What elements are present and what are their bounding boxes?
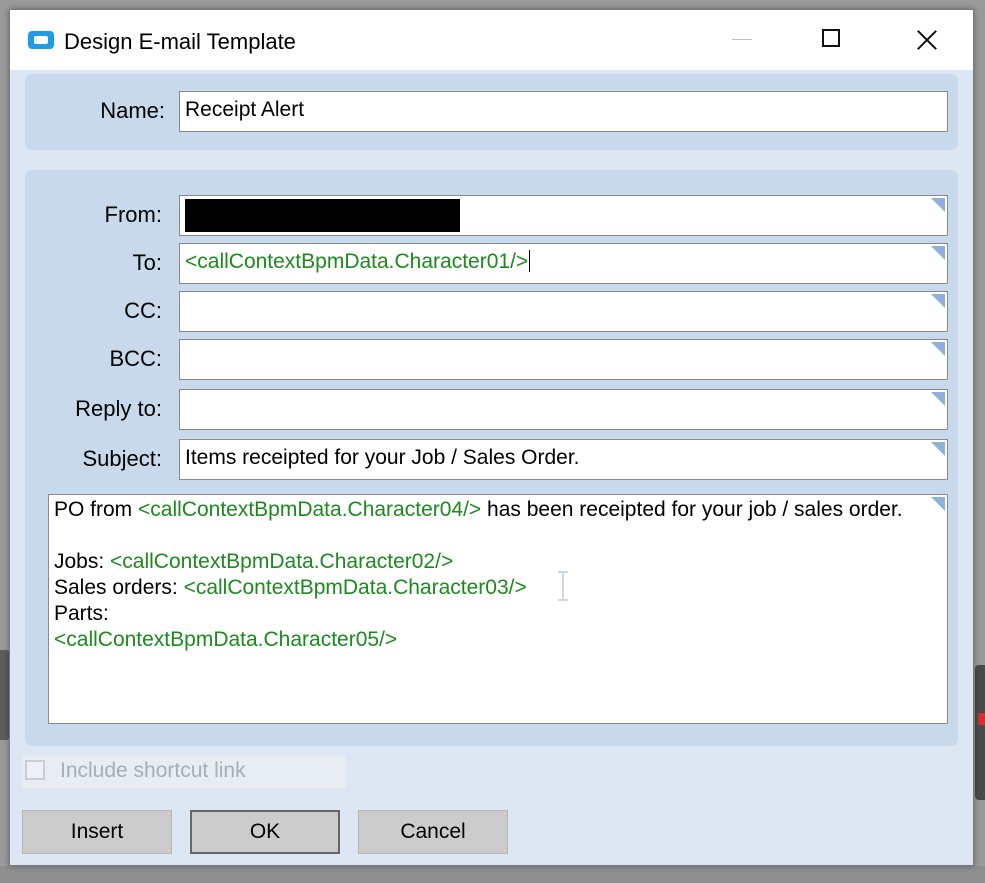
ok-button-label: OK xyxy=(249,820,281,843)
body-line-parts: Parts: xyxy=(54,601,947,627)
redaction-bar xyxy=(185,199,460,232)
field-menu-corner[interactable] xyxy=(931,442,945,456)
insert-button-label: Insert xyxy=(70,820,124,843)
title-bar[interactable]: Design E-mail Template xyxy=(10,10,973,70)
app-icon xyxy=(28,31,54,49)
cc-label: CC: xyxy=(124,298,162,323)
field-menu-corner[interactable] xyxy=(931,497,945,511)
to-field[interactable]: <callContextBpmData.Character01/> xyxy=(179,243,948,284)
body-text: Jobs: xyxy=(54,550,111,573)
body-line-jobs: Jobs: <callContextBpmData.Character02/> xyxy=(54,549,947,575)
body-text: Sales orders: xyxy=(54,576,184,599)
insert-button[interactable]: Insert xyxy=(22,810,172,854)
text-caret xyxy=(529,250,531,272)
include-shortcut-option: Include shortcut link xyxy=(22,755,346,788)
to-label: To: xyxy=(132,250,162,275)
email-body-editor[interactable]: PO from <callContextBpmData.Character04/… xyxy=(48,494,948,724)
body-token: <callContextBpmData.Character02/> xyxy=(110,550,454,573)
body-line-parts-token: <callContextBpmData.Character05/> xyxy=(54,627,947,653)
field-menu-corner[interactable] xyxy=(931,294,945,308)
field-menu-corner[interactable] xyxy=(931,246,945,260)
from-field[interactable] xyxy=(179,195,948,236)
ok-button[interactable]: OK xyxy=(190,810,340,854)
maximize-button[interactable] xyxy=(785,10,875,70)
include-shortcut-label: Include shortcut link xyxy=(60,759,246,782)
minimize-button[interactable] xyxy=(695,10,785,70)
body-text: Parts: xyxy=(54,602,109,625)
cancel-button[interactable]: Cancel xyxy=(358,810,508,854)
body-line-sales: Sales orders: <callContextBpmData.Charac… xyxy=(54,575,947,601)
field-menu-corner[interactable] xyxy=(931,392,945,406)
subject-label: Subject: xyxy=(82,446,163,471)
background-app-edge-right xyxy=(975,665,985,800)
body-token: <callContextBpmData.Character03/> xyxy=(183,576,527,599)
background-taskbar-edge xyxy=(0,866,985,883)
field-menu-corner[interactable] xyxy=(931,342,945,356)
bcc-field[interactable] xyxy=(179,339,948,380)
ibeam-cursor-icon xyxy=(558,571,568,601)
close-button[interactable] xyxy=(880,10,970,70)
body-token: <callContextBpmData.Character04/> xyxy=(138,498,482,521)
to-value: <callContextBpmData.Character01/> xyxy=(185,250,529,273)
window-title: Design E-mail Template xyxy=(64,29,296,54)
reply-to-field[interactable] xyxy=(179,389,948,430)
body-blank-line xyxy=(54,523,947,549)
cancel-button-label: Cancel xyxy=(400,820,466,843)
reply-to-label: Reply to: xyxy=(75,396,162,421)
include-shortcut-checkbox[interactable] xyxy=(25,760,45,780)
from-label: From: xyxy=(104,202,162,227)
body-token: <callContextBpmData.Character05/> xyxy=(54,628,398,651)
subject-value: Items receipted for your Job / Sales Ord… xyxy=(185,446,580,469)
name-label: Name: xyxy=(100,98,165,123)
name-field[interactable]: Receipt Alert xyxy=(179,91,948,132)
name-value: Receipt Alert xyxy=(185,98,305,121)
field-menu-corner[interactable] xyxy=(931,198,945,212)
cc-field[interactable] xyxy=(179,291,948,332)
design-email-template-dialog: Design E-mail Template Name: Receipt Ale… xyxy=(9,9,974,866)
body-text: has been receipted for your job / sales … xyxy=(481,498,903,521)
bcc-label: BCC: xyxy=(109,346,162,371)
body-line-po: PO from <callContextBpmData.Character04/… xyxy=(54,497,947,523)
body-text: PO from xyxy=(54,498,139,521)
subject-field[interactable]: Items receipted for your Job / Sales Ord… xyxy=(179,439,948,480)
